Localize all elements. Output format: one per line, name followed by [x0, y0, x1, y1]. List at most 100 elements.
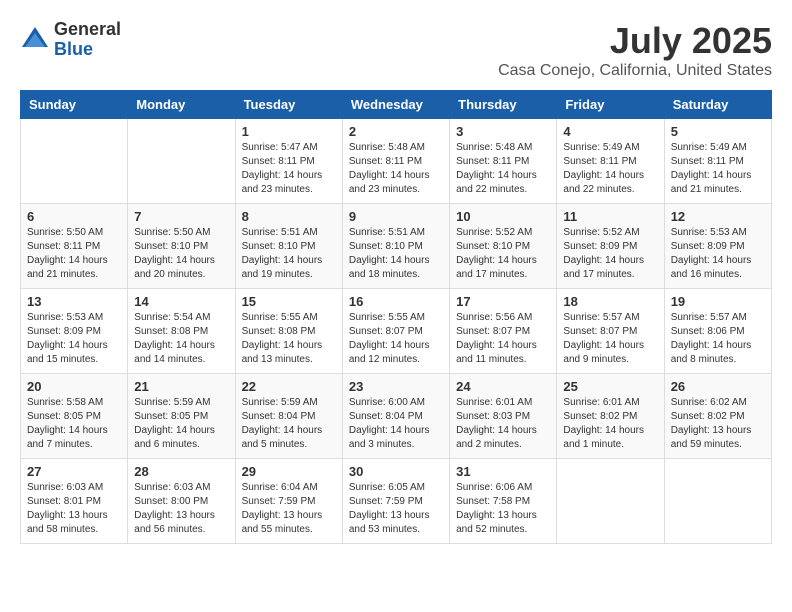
day-number: 25 — [563, 379, 657, 394]
day-info: Sunrise: 5:48 AM Sunset: 8:11 PM Dayligh… — [349, 141, 443, 197]
day-info: Sunrise: 5:55 AM Sunset: 8:07 PM Dayligh… — [349, 311, 443, 367]
day-info: Sunrise: 5:51 AM Sunset: 8:10 PM Dayligh… — [242, 226, 336, 282]
day-info: Sunrise: 6:03 AM Sunset: 8:01 PM Dayligh… — [27, 481, 121, 537]
day-info: Sunrise: 6:01 AM Sunset: 8:03 PM Dayligh… — [456, 396, 550, 452]
day-info: Sunrise: 5:52 AM Sunset: 8:09 PM Dayligh… — [563, 226, 657, 282]
calendar-cell — [128, 119, 235, 204]
calendar-week-row: 13 Sunrise: 5:53 AM Sunset: 8:09 PM Dayli… — [21, 289, 772, 374]
day-number: 30 — [349, 464, 443, 479]
calendar-cell: 10Sunrise: 5:52 AM Sunset: 8:10 PM Dayli… — [450, 204, 557, 289]
calendar-cell: 21 Sunrise: 5:59 AM Sunset: 8:05 PM Dayli… — [128, 374, 235, 459]
weekday-header: Sunday — [21, 91, 128, 119]
day-info: Sunrise: 5:48 AM Sunset: 8:11 PM Dayligh… — [456, 141, 550, 197]
day-number: 21 — [134, 379, 228, 394]
calendar-cell: 12 Sunrise: 5:53 AM Sunset: 8:09 PM Dayli… — [664, 204, 771, 289]
day-info: Sunrise: 6:04 AM Sunset: 7:59 PM Dayligh… — [242, 481, 336, 537]
day-info: Sunrise: 5:47 AM Sunset: 8:11 PM Dayligh… — [242, 141, 336, 197]
day-info: Sunrise: 6:05 AM Sunset: 7:59 PM Dayligh… — [349, 481, 443, 537]
calendar-cell: 4Sunrise: 5:49 AM Sunset: 8:11 PM Daylig… — [557, 119, 664, 204]
day-info: Sunrise: 5:58 AM Sunset: 8:05 PM Dayligh… — [27, 396, 121, 452]
logo-blue: Blue — [54, 40, 121, 60]
day-number: 3 — [456, 124, 550, 139]
day-number: 22 — [242, 379, 336, 394]
day-info: Sunrise: 5:52 AM Sunset: 8:10 PM Dayligh… — [456, 226, 550, 282]
calendar-cell: 26Sunrise: 6:02 AM Sunset: 8:02 PM Dayli… — [664, 374, 771, 459]
day-number: 12 — [671, 209, 765, 224]
weekday-header: Monday — [128, 91, 235, 119]
day-number: 19 — [671, 294, 765, 309]
day-number: 28 — [134, 464, 228, 479]
logo-icon — [20, 25, 50, 55]
weekday-header: Tuesday — [235, 91, 342, 119]
calendar-cell: 19 Sunrise: 5:57 AM Sunset: 8:06 PM Dayli… — [664, 289, 771, 374]
day-number: 13 — [27, 294, 121, 309]
day-info: Sunrise: 5:51 AM Sunset: 8:10 PM Dayligh… — [349, 226, 443, 282]
calendar-header-row: SundayMondayTuesdayWednesdayThursdayFrid… — [21, 91, 772, 119]
calendar-cell: 25 Sunrise: 6:01 AM Sunset: 8:02 PM Dayli… — [557, 374, 664, 459]
calendar-cell: 8 Sunrise: 5:51 AM Sunset: 8:10 PM Daylig… — [235, 204, 342, 289]
month-title: July 2025 — [498, 20, 772, 62]
calendar-cell: 24 Sunrise: 6:01 AM Sunset: 8:03 PM Dayli… — [450, 374, 557, 459]
calendar-cell — [664, 459, 771, 544]
calendar-cell: 16 Sunrise: 5:55 AM Sunset: 8:07 PM Dayli… — [342, 289, 449, 374]
day-number: 17 — [456, 294, 550, 309]
calendar-cell: 18Sunrise: 5:57 AM Sunset: 8:07 PM Dayli… — [557, 289, 664, 374]
day-info: Sunrise: 5:49 AM Sunset: 8:11 PM Dayligh… — [563, 141, 657, 197]
day-number: 7 — [134, 209, 228, 224]
calendar-cell: 6Sunrise: 5:50 AM Sunset: 8:11 PM Daylig… — [21, 204, 128, 289]
page-header: General Blue July 2025 Casa Conejo, Cali… — [20, 20, 772, 80]
day-number: 16 — [349, 294, 443, 309]
day-info: Sunrise: 5:56 AM Sunset: 8:07 PM Dayligh… — [456, 311, 550, 367]
calendar-week-row: 1 Sunrise: 5:47 AM Sunset: 8:11 PM Daylig… — [21, 119, 772, 204]
calendar-week-row: 27 Sunrise: 6:03 AM Sunset: 8:01 PM Dayli… — [21, 459, 772, 544]
day-info: Sunrise: 5:57 AM Sunset: 8:06 PM Dayligh… — [671, 311, 765, 367]
calendar-cell: 1 Sunrise: 5:47 AM Sunset: 8:11 PM Daylig… — [235, 119, 342, 204]
day-number: 8 — [242, 209, 336, 224]
calendar-cell: 9 Sunrise: 5:51 AM Sunset: 8:10 PM Daylig… — [342, 204, 449, 289]
day-number: 5 — [671, 124, 765, 139]
calendar-cell: 17 Sunrise: 5:56 AM Sunset: 8:07 PM Dayli… — [450, 289, 557, 374]
calendar-cell — [557, 459, 664, 544]
day-info: Sunrise: 5:53 AM Sunset: 8:09 PM Dayligh… — [27, 311, 121, 367]
calendar-cell: 3 Sunrise: 5:48 AM Sunset: 8:11 PM Daylig… — [450, 119, 557, 204]
day-number: 15 — [242, 294, 336, 309]
weekday-header: Friday — [557, 91, 664, 119]
day-number: 27 — [27, 464, 121, 479]
calendar-cell: 2 Sunrise: 5:48 AM Sunset: 8:11 PM Daylig… — [342, 119, 449, 204]
day-info: Sunrise: 6:03 AM Sunset: 8:00 PM Dayligh… — [134, 481, 228, 537]
day-info: Sunrise: 5:59 AM Sunset: 8:04 PM Dayligh… — [242, 396, 336, 452]
day-number: 14 — [134, 294, 228, 309]
day-number: 20 — [27, 379, 121, 394]
day-info: Sunrise: 5:50 AM Sunset: 8:11 PM Dayligh… — [27, 226, 121, 282]
day-info: Sunrise: 6:00 AM Sunset: 8:04 PM Dayligh… — [349, 396, 443, 452]
day-info: Sunrise: 5:57 AM Sunset: 8:07 PM Dayligh… — [563, 311, 657, 367]
day-number: 2 — [349, 124, 443, 139]
weekday-header: Thursday — [450, 91, 557, 119]
day-number: 24 — [456, 379, 550, 394]
calendar-cell: 20 Sunrise: 5:58 AM Sunset: 8:05 PM Dayli… — [21, 374, 128, 459]
calendar-cell: 11 Sunrise: 5:52 AM Sunset: 8:09 PM Dayli… — [557, 204, 664, 289]
calendar-week-row: 20 Sunrise: 5:58 AM Sunset: 8:05 PM Dayli… — [21, 374, 772, 459]
day-info: Sunrise: 5:49 AM Sunset: 8:11 PM Dayligh… — [671, 141, 765, 197]
weekday-header: Wednesday — [342, 91, 449, 119]
calendar-cell: 7Sunrise: 5:50 AM Sunset: 8:10 PM Daylig… — [128, 204, 235, 289]
calendar-cell: 23Sunrise: 6:00 AM Sunset: 8:04 PM Dayli… — [342, 374, 449, 459]
title-block: July 2025 Casa Conejo, California, Unite… — [498, 20, 772, 80]
calendar-cell: 28 Sunrise: 6:03 AM Sunset: 8:00 PM Dayli… — [128, 459, 235, 544]
day-info: Sunrise: 6:02 AM Sunset: 8:02 PM Dayligh… — [671, 396, 765, 452]
day-number: 1 — [242, 124, 336, 139]
day-info: Sunrise: 6:06 AM Sunset: 7:58 PM Dayligh… — [456, 481, 550, 537]
day-info: Sunrise: 5:59 AM Sunset: 8:05 PM Dayligh… — [134, 396, 228, 452]
day-info: Sunrise: 6:01 AM Sunset: 8:02 PM Dayligh… — [563, 396, 657, 452]
calendar-week-row: 6Sunrise: 5:50 AM Sunset: 8:11 PM Daylig… — [21, 204, 772, 289]
calendar-cell: 27 Sunrise: 6:03 AM Sunset: 8:01 PM Dayli… — [21, 459, 128, 544]
day-info: Sunrise: 5:53 AM Sunset: 8:09 PM Dayligh… — [671, 226, 765, 282]
calendar-cell: 15Sunrise: 5:55 AM Sunset: 8:08 PM Dayli… — [235, 289, 342, 374]
calendar-cell: 14 Sunrise: 5:54 AM Sunset: 8:08 PM Dayli… — [128, 289, 235, 374]
day-info: Sunrise: 5:54 AM Sunset: 8:08 PM Dayligh… — [134, 311, 228, 367]
calendar-cell: 13 Sunrise: 5:53 AM Sunset: 8:09 PM Dayli… — [21, 289, 128, 374]
location: Casa Conejo, California, United States — [498, 62, 772, 80]
calendar-table: SundayMondayTuesdayWednesdayThursdayFrid… — [20, 90, 772, 544]
day-number: 9 — [349, 209, 443, 224]
day-number: 11 — [563, 209, 657, 224]
